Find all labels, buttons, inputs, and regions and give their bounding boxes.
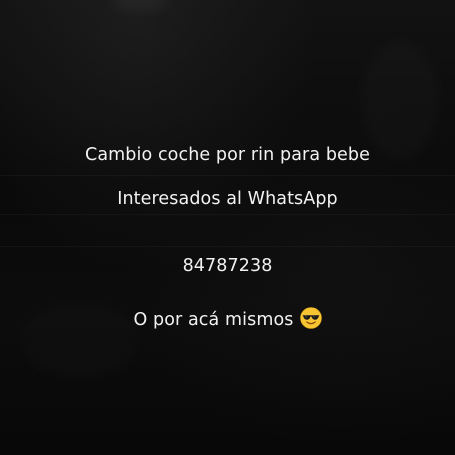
post-text-line-4-label: O por acá mismos	[133, 310, 294, 330]
background-band	[0, 175, 455, 176]
background-blur	[110, 0, 170, 12]
post-text-line-4: O por acá mismos	[0, 307, 455, 330]
post-phone-number: 84787238	[182, 256, 273, 276]
background-blur	[360, 40, 440, 160]
post-text-line-2: Interesados al WhatsApp	[117, 189, 338, 209]
post-text-line-1: Cambio coche por rin para bebe	[85, 145, 370, 165]
smiling-face-with-sunglasses-icon	[299, 307, 322, 329]
background-band	[0, 214, 455, 215]
background-band	[0, 246, 455, 247]
post-canvas: Cambio coche por rin para bebe Interesad…	[0, 0, 455, 455]
